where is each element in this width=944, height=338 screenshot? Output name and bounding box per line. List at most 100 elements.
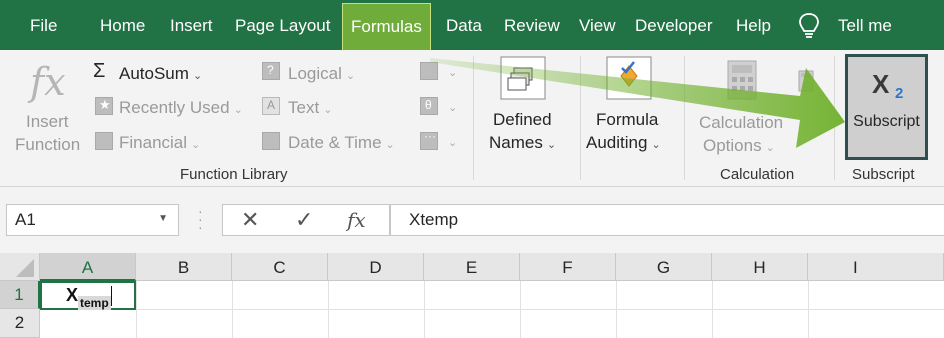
financial-label: Financial <box>119 133 188 152</box>
autosum-label: AutoSum <box>119 64 189 83</box>
calculation-group-label: Calculation <box>720 166 795 183</box>
grid-line <box>520 281 521 338</box>
more-functions-icon[interactable]: ··· <box>420 129 438 150</box>
chevron-down-icon: ⌄ <box>448 67 458 79</box>
select-all-corner[interactable] <box>0 253 40 281</box>
financial-icon <box>95 132 113 150</box>
insert-function-icon[interactable]: fx <box>30 60 66 104</box>
column-header-e[interactable]: E <box>424 253 520 281</box>
formula-auditing-icon[interactable] <box>606 56 652 100</box>
formula-auditing-label-1[interactable]: Formula <box>596 110 658 130</box>
ribbon-separator <box>473 56 474 180</box>
column-header-a[interactable]: A <box>40 253 136 281</box>
column-header-i[interactable]: I <box>808 253 944 281</box>
star-icon: ★ <box>95 97 113 115</box>
column-header-b[interactable]: B <box>136 253 232 281</box>
logical-button[interactable]: Logical ⌄ <box>288 64 355 84</box>
formula-auditing-label-2: Auditing <box>586 133 648 152</box>
clock-icon <box>262 132 280 150</box>
ribbon-separator <box>580 56 581 180</box>
formula-bar: A1 ▼ · · · ✕ ✓ fx Xtemp <box>0 187 944 253</box>
tell-me-search[interactable]: Tell me <box>838 0 892 50</box>
defined-names-label-1[interactable]: Defined <box>493 110 552 130</box>
date-time-label: Date & Time <box>288 133 382 152</box>
tab-view[interactable]: View <box>579 0 616 50</box>
function-library-group-label: Function Library <box>180 166 288 183</box>
formula-input[interactable]: Xtemp <box>390 204 944 236</box>
text-icon: A <box>262 97 280 115</box>
date-time-button[interactable]: Date & Time ⌄ <box>288 133 395 153</box>
column-header-d[interactable]: D <box>328 253 424 281</box>
recently-used-button[interactable]: Recently Used ⌄ <box>119 98 243 118</box>
chevron-down-icon: ⌄ <box>765 142 775 154</box>
logical-label: Logical <box>288 64 342 83</box>
text-label: Text <box>288 98 320 117</box>
lookup-icon[interactable] <box>420 62 438 80</box>
tab-insert[interactable]: Insert <box>170 0 213 50</box>
grid-line <box>232 281 233 338</box>
worksheet-grid: A B C D E F G H I 1 2 X temp <box>0 253 944 338</box>
defined-names-button[interactable]: Names ⌄ <box>489 133 556 153</box>
grid-line <box>616 281 617 338</box>
calculate-now-icon[interactable] <box>798 70 814 92</box>
text-cursor <box>111 286 112 306</box>
insert-function-label-1[interactable]: Insert <box>26 112 69 132</box>
cell-a1-subscript-text: temp <box>78 296 111 310</box>
calculation-options-button[interactable]: Options ⌄ <box>703 136 775 156</box>
tab-formulas[interactable]: Formulas <box>342 3 431 50</box>
calculation-options-label-1[interactable]: Calculation <box>699 113 783 133</box>
tab-home[interactable]: Home <box>100 0 145 50</box>
formula-bar-buttons: ✕ ✓ fx <box>222 204 390 236</box>
grid-line <box>808 281 809 338</box>
calculator-icon[interactable] <box>727 60 757 100</box>
name-box[interactable]: A1 ▼ <box>6 204 179 236</box>
cancel-icon[interactable]: ✕ <box>241 207 259 233</box>
column-header-c[interactable]: C <box>232 253 328 281</box>
lightbulb-icon[interactable] <box>798 12 820 40</box>
grid-line <box>712 281 713 338</box>
calculation-options-label-2: Options <box>703 136 762 155</box>
defined-names-icon[interactable] <box>500 56 546 100</box>
chevron-down-icon: ⌄ <box>233 104 243 116</box>
chevron-down-icon: ⌄ <box>651 139 661 151</box>
logical-icon: ? <box>262 62 280 80</box>
insert-function-fx-icon[interactable]: fx <box>347 208 366 232</box>
chevron-down-icon: ⌄ <box>385 139 395 151</box>
chevron-down-icon[interactable]: ▼ <box>158 213 168 224</box>
chevron-down-icon: ⌄ <box>345 70 356 82</box>
tab-developer[interactable]: Developer <box>635 0 713 50</box>
formula-bar-grip[interactable]: · · · <box>198 204 203 234</box>
tab-data[interactable]: Data <box>446 0 482 50</box>
subscript-button[interactable]: X 2 Subscript <box>845 54 928 160</box>
recently-used-label: Recently Used <box>119 98 230 117</box>
column-header-g[interactable]: G <box>616 253 712 281</box>
column-header-f[interactable]: F <box>520 253 616 281</box>
chevron-down-icon: ⌄ <box>192 70 203 82</box>
row-header-1[interactable]: 1 <box>0 281 40 309</box>
tab-file[interactable]: File <box>30 0 57 50</box>
tab-page-layout[interactable]: Page Layout <box>235 0 330 50</box>
subscript-group-label: Subscript <box>852 166 915 183</box>
formula-auditing-button[interactable]: Auditing ⌄ <box>586 133 661 153</box>
autosum-button[interactable]: AutoSum ⌄ <box>119 64 202 84</box>
subscript-button-label: Subscript <box>853 113 920 130</box>
excel-window: File Home Insert Page Layout Formulas Da… <box>0 0 944 338</box>
row-header-2[interactable]: 2 <box>0 309 40 338</box>
grid-line <box>424 281 425 338</box>
tab-review[interactable]: Review <box>504 0 560 50</box>
financial-button[interactable]: Financial ⌄ <box>119 133 200 153</box>
column-header-h[interactable]: H <box>712 253 808 281</box>
sigma-icon[interactable]: Σ <box>93 60 105 83</box>
tab-help[interactable]: Help <box>736 0 771 50</box>
text-button[interactable]: Text ⌄ <box>288 98 332 118</box>
math-trig-icon[interactable]: θ <box>420 97 438 115</box>
enter-icon[interactable]: ✓ <box>295 207 313 233</box>
cell-a1[interactable]: X temp <box>40 281 136 310</box>
name-box-value: A1 <box>15 210 36 229</box>
cell-a1-text: X <box>66 285 79 305</box>
chevron-down-icon: ⌄ <box>323 104 333 116</box>
chevron-down-icon: ⌄ <box>546 139 557 151</box>
insert-function-label-2[interactable]: Function <box>15 135 80 155</box>
ribbon-separator <box>684 56 685 180</box>
subscript-icon: X <box>872 69 890 99</box>
